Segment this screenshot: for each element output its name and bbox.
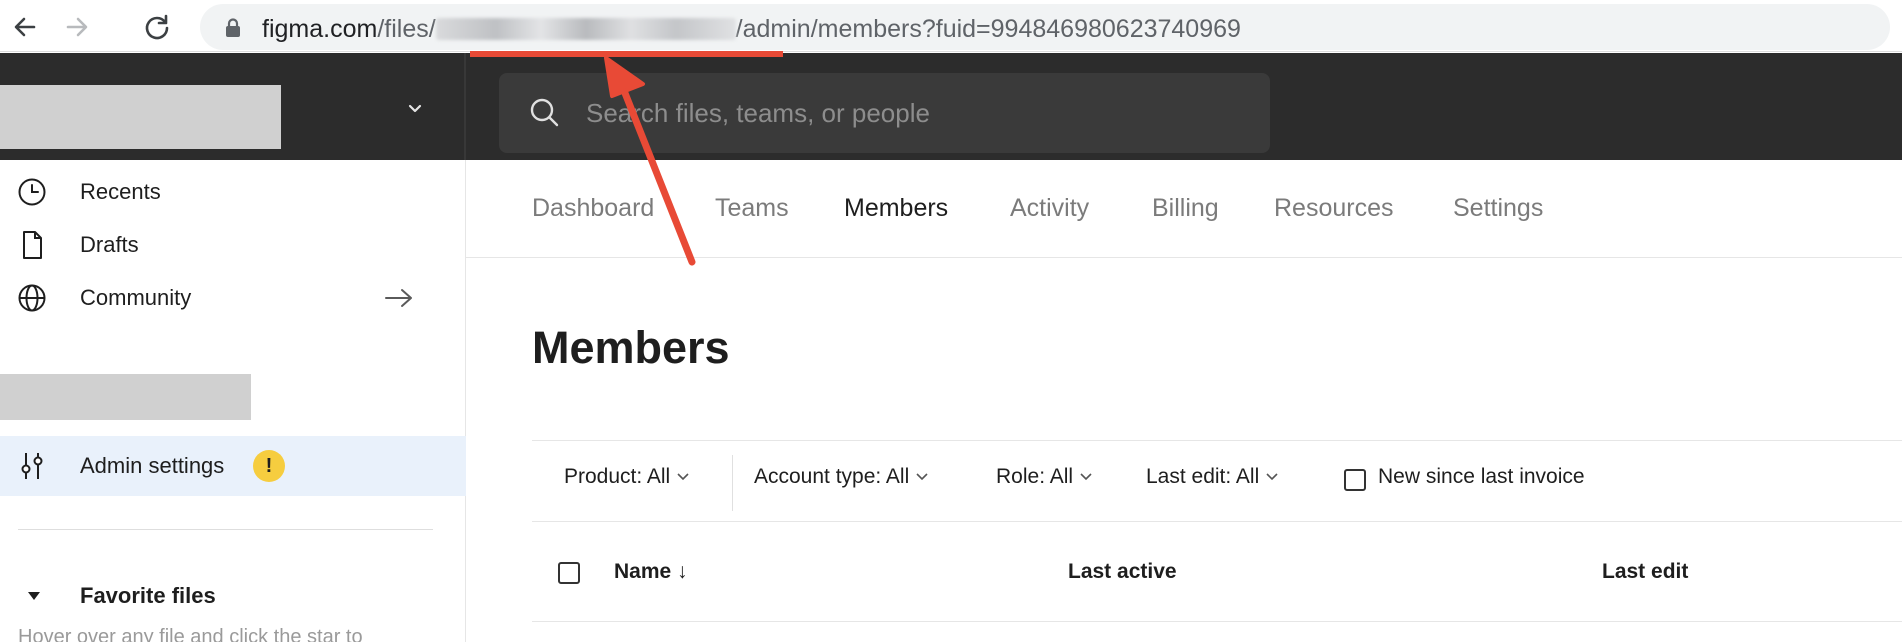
favorite-files-hint: Hover over any file and click the star t… xyxy=(18,626,363,642)
search-box[interactable] xyxy=(499,73,1270,153)
table-header-row: Name ↓ Last active Last edit xyxy=(532,522,1902,622)
annotation-underline xyxy=(470,51,783,57)
tab-resources[interactable]: Resources xyxy=(1274,194,1394,223)
forward-button[interactable] xyxy=(60,10,94,44)
new-since-invoice-label[interactable]: New since last invoice xyxy=(1378,465,1585,489)
filter-last-edit[interactable]: Last edit: All xyxy=(1146,465,1279,489)
arrow-right-icon xyxy=(66,17,88,37)
filter-account-type[interactable]: Account type: All xyxy=(754,465,929,489)
filter-label: Product: All xyxy=(564,465,671,488)
app-topbar xyxy=(0,53,1902,160)
sidebar-item-label: Drafts xyxy=(80,232,139,257)
sidebar-divider xyxy=(18,529,433,530)
sidebar-item-admin-settings[interactable]: Admin settings ! xyxy=(0,436,466,496)
column-header-last-edit[interactable]: Last edit xyxy=(1602,560,1688,584)
sidebar-item-recents[interactable]: Recents xyxy=(0,162,466,222)
caret-down-icon[interactable] xyxy=(26,590,42,602)
column-header-name[interactable]: Name ↓ xyxy=(614,560,688,584)
sidebar-item-drafts[interactable]: Drafts xyxy=(0,215,466,275)
chevron-down-icon xyxy=(677,473,689,481)
favorite-files-title[interactable]: Favorite files xyxy=(80,583,216,609)
clock-icon xyxy=(14,174,50,210)
tab-dashboard[interactable]: Dashboard xyxy=(532,194,654,223)
sidebar-team-redacted[interactable] xyxy=(0,374,251,420)
url-host: figma.com xyxy=(262,15,378,43)
tab-settings[interactable]: Settings xyxy=(1453,194,1543,223)
new-since-invoice-checkbox[interactable] xyxy=(1344,469,1366,491)
browser-toolbar: figma.com/files/ /admin/members?fuid=9948… xyxy=(0,0,1902,52)
org-name-redacted[interactable] xyxy=(0,85,281,149)
chevron-down-icon xyxy=(1080,473,1092,481)
chevron-down-icon xyxy=(1266,473,1278,481)
file-icon xyxy=(14,227,50,263)
tab-activity[interactable]: Activity xyxy=(1010,194,1089,223)
chevron-down-icon[interactable] xyxy=(406,103,424,115)
lock-icon xyxy=(226,18,240,37)
filter-bar: Product: All Account type: All Role: All… xyxy=(532,440,1902,522)
select-all-checkbox[interactable] xyxy=(558,562,580,584)
address-bar[interactable]: figma.com/files/ /admin/members?fuid=9948… xyxy=(200,4,1890,50)
filter-product[interactable]: Product: All xyxy=(564,465,690,489)
tab-members[interactable]: Members xyxy=(844,194,948,223)
tab-teams[interactable]: Teams xyxy=(715,194,789,223)
filter-role[interactable]: Role: All xyxy=(996,465,1093,489)
column-header-last-active[interactable]: Last active xyxy=(1068,560,1177,584)
admin-tabs: Dashboard Teams Members Activity Billing… xyxy=(466,160,1902,258)
arrow-right-icon xyxy=(385,289,412,307)
sidebar-item-community[interactable]: Community xyxy=(0,268,466,328)
reload-icon xyxy=(145,14,169,40)
filter-label: Last edit: All xyxy=(1146,465,1260,488)
sidebar-item-label: Recents xyxy=(80,179,161,204)
redacted-file-id xyxy=(435,18,736,40)
topbar-divider xyxy=(464,53,466,160)
reload-button[interactable] xyxy=(140,10,174,44)
globe-icon xyxy=(14,280,50,316)
filter-divider xyxy=(732,455,733,511)
sidebar-item-label: Community xyxy=(80,285,192,310)
sliders-icon xyxy=(14,448,50,484)
url-text[interactable]: figma.com/files/ /admin/members?fuid=9948… xyxy=(262,15,1241,44)
warning-badge: ! xyxy=(253,450,285,482)
sidebar: Recents Drafts Community Admin settings … xyxy=(0,160,466,642)
search-icon xyxy=(530,98,559,127)
tab-billing[interactable]: Billing xyxy=(1152,194,1219,223)
sidebar-item-label: Admin settings xyxy=(80,453,225,478)
arrow-left-icon xyxy=(14,17,36,37)
url-path-prefix: /files/ xyxy=(377,15,436,43)
back-button[interactable] xyxy=(8,10,42,44)
search-input[interactable] xyxy=(586,73,1246,153)
main-content: Dashboard Teams Members Activity Billing… xyxy=(466,160,1902,642)
page-title: Members xyxy=(532,322,730,373)
filter-label: Role: All xyxy=(996,465,1074,488)
url-path-suffix: /admin/members?fuid=994846980623740969 xyxy=(735,15,1241,43)
filter-label: Account type: All xyxy=(754,465,910,488)
chevron-down-icon xyxy=(916,473,928,481)
